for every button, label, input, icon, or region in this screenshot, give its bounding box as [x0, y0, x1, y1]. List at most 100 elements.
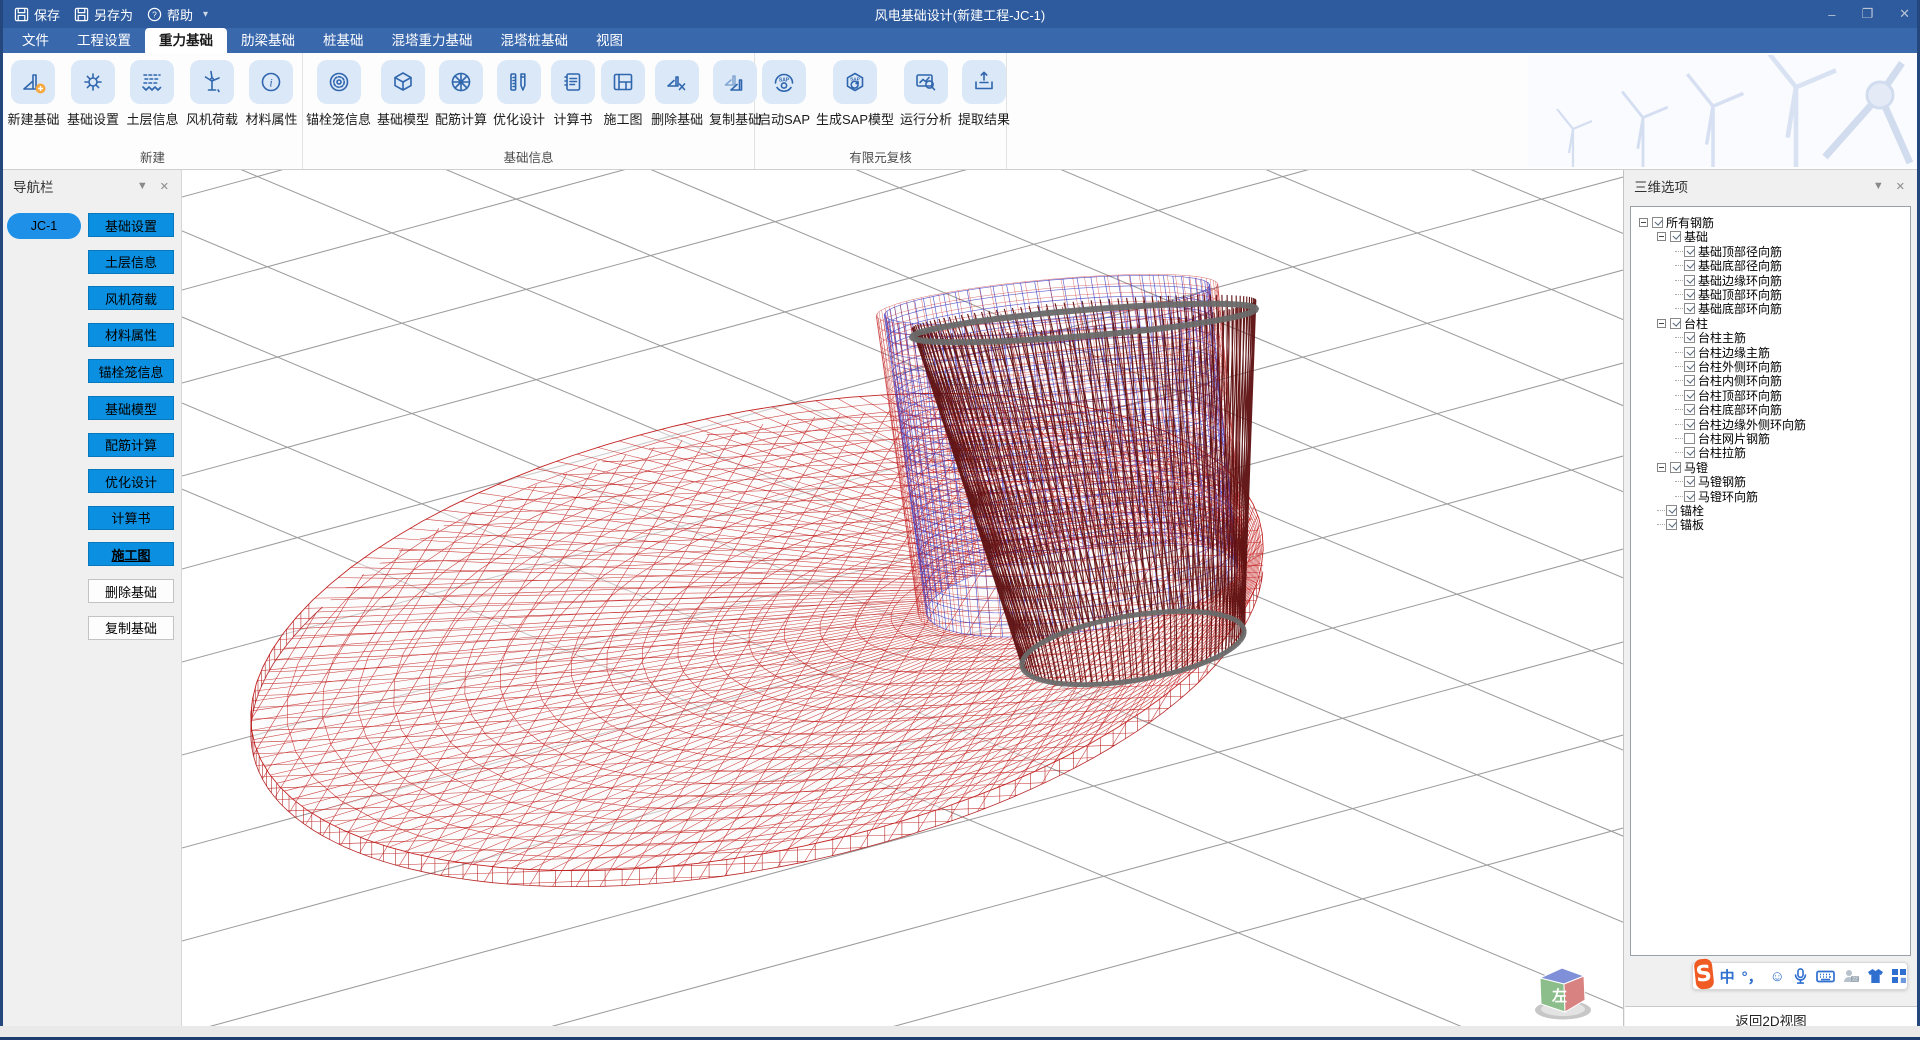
checkbox-台柱拉筋[interactable]: [1684, 447, 1695, 458]
ribbon-button-配筋计算[interactable]: 配筋计算: [432, 60, 490, 128]
skin-icon[interactable]: [1867, 968, 1884, 984]
menu-tab-肋梁基础[interactable]: 肋梁基础: [227, 28, 309, 53]
svg-text:i: i: [270, 76, 273, 90]
mic-icon[interactable]: [1792, 967, 1809, 985]
options-3d-panel: 三维选项 ▼ ✕ 所有钢筋基础基础顶部径向筋基础底部径向筋基础边缘环向筋基础顶部…: [1623, 170, 1917, 1026]
ruler-pen-icon: [497, 60, 541, 104]
layout-grid-icon[interactable]: [1891, 968, 1907, 984]
tree-expander[interactable]: [1639, 218, 1648, 227]
nav-button-删除基础[interactable]: 删除基础: [88, 579, 174, 603]
report-icon: [551, 60, 595, 104]
panel-collapse-icon[interactable]: ▼: [137, 180, 148, 192]
checkbox-台柱网片钢筋[interactable]: [1684, 433, 1695, 444]
menu-tab-混塔桩基础[interactable]: 混塔桩基础: [487, 28, 583, 53]
ribbon-group-基础信息: 锚栓笼信息基础模型配筋计算优化设计计算书施工图删除基础复制基础基础信息: [303, 53, 755, 169]
drawing-icon: [601, 60, 645, 104]
wind-turbines-watermark: [1528, 55, 1918, 167]
restore-button[interactable]: ❐: [1861, 6, 1873, 22]
checkbox-锚板[interactable]: [1666, 519, 1677, 530]
menu-tab-重力基础[interactable]: 重力基础: [145, 28, 227, 53]
quickaccess-save[interactable]: 保存: [14, 5, 60, 24]
nav-button-风机荷载[interactable]: 风机荷载: [88, 286, 174, 310]
scene-3d[interactable]: [182, 170, 1623, 1026]
ribbon-button-施工图[interactable]: 施工图: [598, 60, 648, 128]
nav-button-基础设置[interactable]: 基础设置: [88, 213, 174, 237]
ribbon-button-生成SAP模型[interactable]: SAP生成SAP模型: [813, 60, 897, 128]
checkbox-锚栓[interactable]: [1666, 505, 1677, 516]
checkbox-台柱内侧环向筋[interactable]: [1684, 375, 1695, 386]
checkbox-基础顶部径向筋[interactable]: [1684, 246, 1695, 257]
checkbox-台柱外侧环向筋[interactable]: [1684, 361, 1695, 372]
close-button[interactable]: ✕: [1899, 6, 1910, 22]
ribbon-button-计算书[interactable]: 计算书: [548, 60, 598, 128]
panel-collapse-icon[interactable]: ▼: [1873, 180, 1884, 192]
tree-expander[interactable]: [1657, 463, 1666, 472]
project-tab-jc1[interactable]: JC-1: [7, 213, 81, 239]
checkbox-台柱边缘主筋[interactable]: [1684, 347, 1695, 358]
panel-close-icon[interactable]: ✕: [1896, 180, 1905, 193]
chinese-mode-icon[interactable]: 中: [1720, 966, 1735, 987]
nav-button-施工图[interactable]: 施工图: [88, 542, 174, 566]
checkbox-马镫[interactable]: [1670, 462, 1681, 473]
checkbox-基础底部环向筋[interactable]: [1684, 303, 1695, 314]
minimize-button[interactable]: –: [1828, 7, 1835, 22]
nav-button-优化设计[interactable]: 优化设计: [88, 469, 174, 493]
menu-caret-icon[interactable]: ▾: [203, 9, 208, 20]
nav-button-土层信息[interactable]: 土层信息: [88, 250, 174, 274]
ribbon-button-运行分析[interactable]: 运行分析: [897, 60, 955, 128]
menu-tab-文件[interactable]: 文件: [8, 28, 63, 53]
menu-tab-混塔重力基础[interactable]: 混塔重力基础: [378, 28, 487, 53]
checkbox-马镫钢筋[interactable]: [1684, 476, 1695, 487]
tree-expander[interactable]: [1657, 232, 1666, 241]
checkbox-台柱[interactable]: [1670, 318, 1681, 329]
nav-button-复制基础[interactable]: 复制基础: [88, 616, 174, 640]
checkbox-基础边缘环向筋[interactable]: [1684, 275, 1695, 286]
quickaccess-save-as[interactable]: 另存为: [74, 5, 133, 24]
ribbon-button-删除基础[interactable]: 删除基础: [648, 60, 706, 128]
view-cube[interactable]: 左: [1530, 952, 1600, 1024]
sogou-logo-icon[interactable]: S: [1693, 958, 1714, 990]
quickaccess-help[interactable]: ?帮助: [147, 5, 193, 24]
toolbox-person-icon[interactable]: 22: [1842, 968, 1860, 984]
soil-layers-icon: [130, 60, 174, 104]
viewport-3d[interactable]: 左: [182, 170, 1623, 1026]
checkbox-台柱主筋[interactable]: [1684, 332, 1695, 343]
ribbon-button-启动SAP[interactable]: SAP启动SAP: [755, 60, 813, 128]
ribbon: 新建基础基础设置土层信息风机荷载i材料属性新建锚栓笼信息基础模型配筋计算优化设计…: [0, 53, 1920, 170]
keyboard-icon[interactable]: [1816, 969, 1835, 984]
ribbon-button-提取结果[interactable]: 提取结果: [955, 60, 1013, 128]
gear-icon: [71, 60, 115, 104]
menu-tab-桩基础[interactable]: 桩基础: [309, 28, 378, 53]
tree-expander[interactable]: [1657, 319, 1666, 328]
menubar: 文件工程设置重力基础肋梁基础桩基础混塔重力基础混塔桩基础视图: [0, 28, 1920, 53]
nav-button-基础模型[interactable]: 基础模型: [88, 396, 174, 420]
checkbox-台柱边缘外侧环向筋[interactable]: [1684, 419, 1695, 430]
nav-button-配筋计算[interactable]: 配筋计算: [88, 433, 174, 457]
rebar-tree: 所有钢筋基础基础顶部径向筋基础底部径向筋基础边缘环向筋基础顶部环向筋基础底部环向…: [1630, 206, 1911, 956]
checkbox-所有钢筋[interactable]: [1652, 217, 1663, 228]
checkbox-基础顶部环向筋[interactable]: [1684, 289, 1695, 300]
checkbox-台柱底部环向筋[interactable]: [1684, 404, 1695, 415]
menu-tab-工程设置[interactable]: 工程设置: [63, 28, 145, 53]
ribbon-button-基础模型[interactable]: 基础模型: [374, 60, 432, 128]
nav-button-材料属性[interactable]: 材料属性: [88, 323, 174, 347]
emoji-icon[interactable]: ☺: [1770, 968, 1785, 985]
nav-button-锚栓笼信息[interactable]: 锚栓笼信息: [88, 359, 174, 383]
ribbon-button-材料属性[interactable]: i材料属性: [242, 60, 300, 128]
ribbon-button-基础设置[interactable]: 基础设置: [64, 60, 122, 128]
checkbox-马镫环向筋[interactable]: [1684, 491, 1695, 502]
menu-tab-视图[interactable]: 视图: [582, 28, 637, 53]
ribbon-button-优化设计[interactable]: 优化设计: [490, 60, 548, 128]
ribbon-button-新建基础[interactable]: 新建基础: [4, 60, 62, 128]
checkbox-台柱顶部环向筋[interactable]: [1684, 390, 1695, 401]
panel-close-icon[interactable]: ✕: [160, 180, 169, 193]
rebar-wheel-icon: [439, 60, 483, 104]
ribbon-button-土层信息[interactable]: 土层信息: [123, 60, 181, 128]
punctuation-icon[interactable]: °，: [1742, 966, 1763, 987]
ribbon-button-锚栓笼信息[interactable]: 锚栓笼信息: [303, 60, 374, 128]
checkbox-基础[interactable]: [1670, 231, 1681, 242]
statusbar: [0, 1026, 1920, 1037]
ribbon-button-风机荷载[interactable]: 风机荷载: [183, 60, 241, 128]
checkbox-基础底部径向筋[interactable]: [1684, 260, 1695, 271]
nav-button-计算书[interactable]: 计算书: [88, 506, 174, 530]
